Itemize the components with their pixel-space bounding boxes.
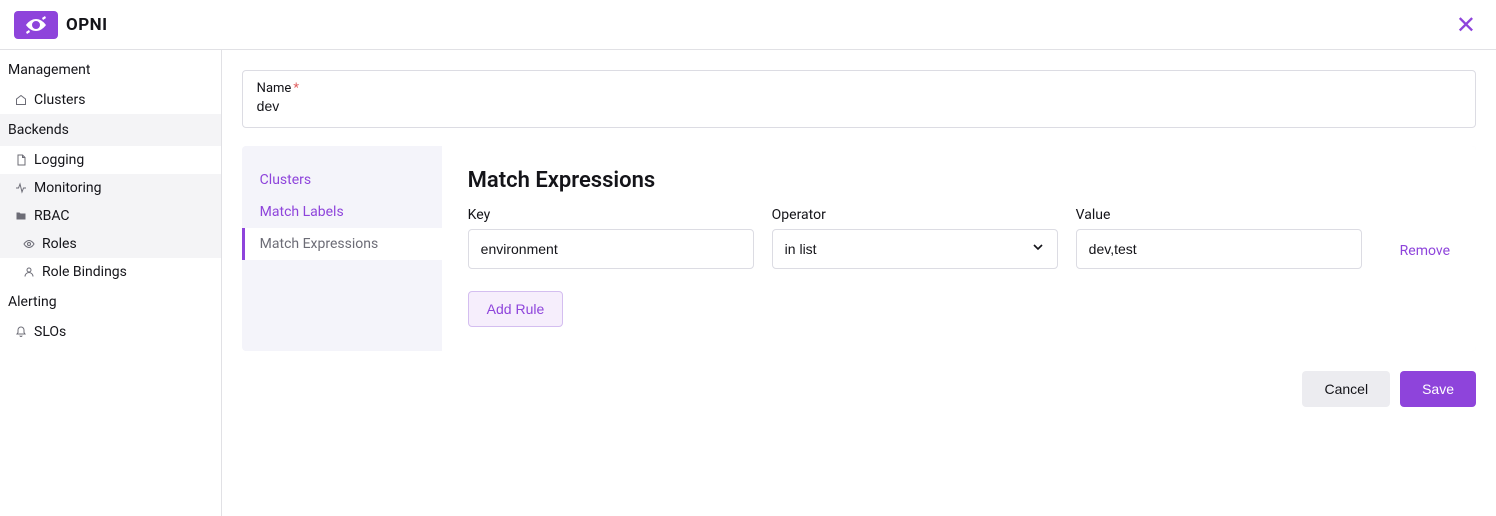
sidebar-item-slos[interactable]: SLOs [0,318,221,346]
home-icon [14,93,28,107]
save-button[interactable]: Save [1400,371,1476,407]
main-content: Name * Clusters Match Labels Match Expre… [222,50,1496,516]
sidebar-item-label: Role Bindings [42,264,127,280]
brand-icon [14,11,58,39]
nav-section-management: Management [0,54,221,86]
key-input[interactable] [468,229,754,269]
app-header: OPNI ✕ [0,0,1496,50]
sidebar-item-clusters[interactable]: Clusters [0,86,221,114]
remove-button[interactable]: Remove [1400,243,1450,269]
cancel-button[interactable]: Cancel [1302,371,1390,407]
sidebar-item-role-bindings[interactable]: Role Bindings [0,258,221,286]
user-icon [22,265,36,279]
sidebar-item-label: SLOs [34,324,66,340]
folder-icon [14,209,28,223]
close-icon[interactable]: ✕ [1456,11,1476,39]
sidebar-item-label: Clusters [34,92,85,108]
match-expressions-title: Match Expressions [468,168,1450,193]
config-panel: Clusters Match Labels Match Expressions … [242,146,1476,351]
required-indicator: * [293,81,299,96]
tab-match-expressions[interactable]: Match Expressions [242,228,442,260]
tab-match-labels[interactable]: Match Labels [242,196,442,228]
tab-clusters[interactable]: Clusters [242,164,442,196]
name-input[interactable] [257,98,1461,114]
bell-icon [14,325,28,339]
panel-tabs: Clusters Match Labels Match Expressions [242,146,442,351]
sidebar-item-logging[interactable]: Logging [0,146,221,174]
panel-body: Match Expressions Key Operator [442,146,1476,351]
footer-actions: Cancel Save [242,371,1476,407]
sidebar-item-rbac[interactable]: RBAC [0,202,221,230]
sidebar-item-label: Logging [34,152,84,168]
expression-row: Key Operator Value [468,207,1450,269]
operator-select[interactable] [772,229,1058,269]
key-label: Key [468,207,754,223]
activity-icon [14,181,28,195]
value-input[interactable] [1076,229,1362,269]
sidebar-item-monitoring[interactable]: Monitoring [0,174,221,202]
sidebar-item-label: Monitoring [34,180,102,196]
brand: OPNI [14,11,108,39]
name-field-container: Name * [242,70,1476,128]
add-rule-button[interactable]: Add Rule [468,291,564,327]
sidebar-item-label: RBAC [34,208,70,224]
document-icon [14,153,28,167]
eye-icon [22,237,36,251]
nav-section-alerting: Alerting [0,286,221,318]
sidebar: Management Clusters Backends Logging Mon… [0,50,222,516]
nav-section-backends: Backends [0,114,221,146]
value-label: Value [1076,207,1362,223]
sidebar-item-roles[interactable]: Roles [0,230,221,258]
operator-label: Operator [772,207,1058,223]
name-label: Name * [257,81,1461,96]
sidebar-item-label: Roles [42,236,77,252]
name-label-text: Name [257,81,292,96]
brand-name: OPNI [66,15,108,35]
